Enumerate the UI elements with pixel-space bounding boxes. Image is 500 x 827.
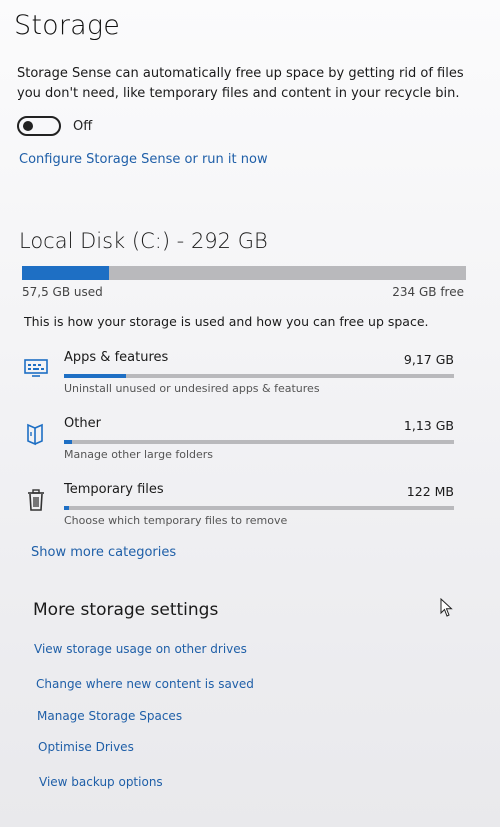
category-description: Choose which temporary files to remove [64, 514, 288, 527]
category-usage-bar-fill [64, 506, 69, 510]
category-description: Uninstall unused or undesired apps & fea… [64, 382, 320, 395]
optimise-drives-link[interactable]: Optimise Drives [38, 740, 134, 754]
category-usage-bar-fill [64, 374, 127, 378]
storage-sense-toggle-row: Off [17, 115, 92, 137]
mouse-cursor-icon [440, 597, 454, 618]
trash-icon [22, 486, 50, 514]
category-usage-bar-fill [64, 440, 72, 444]
category-usage-bar [64, 374, 454, 378]
toggle-knob [23, 121, 33, 131]
toggle-state-label: Off [73, 118, 93, 134]
category-other[interactable]: Other 1,13 GB Manage other large folders [22, 416, 454, 472]
disk-usage-bar-fill [22, 266, 110, 280]
category-size: 122 MB [406, 484, 454, 499]
other-folder-icon [22, 420, 50, 448]
category-description: Manage other large folders [64, 448, 214, 461]
view-backup-options-link[interactable]: View backup options [39, 775, 163, 789]
category-name: Apps & features [64, 350, 169, 365]
change-new-content-location-link[interactable]: Change where new content is saved [36, 677, 254, 691]
more-storage-settings-title: More storage settings [33, 600, 219, 620]
category-apps-features[interactable]: Apps & features 9,17 GB Uninstall unused… [22, 350, 454, 406]
category-usage-bar [64, 440, 454, 444]
page-title: Storage [14, 10, 121, 41]
storage-usage-text: This is how your storage is used and how… [24, 314, 429, 329]
category-size: 9,17 GB [403, 352, 454, 367]
disk-used-label: 57,5 GB used [22, 285, 103, 299]
disk-usage-bar [22, 266, 466, 280]
category-name: Other [64, 416, 101, 431]
manage-storage-spaces-link[interactable]: Manage Storage Spaces [37, 709, 182, 723]
category-name: Temporary files [64, 482, 164, 497]
disk-free-label: 234 GB free [392, 285, 464, 299]
category-size: 1,13 GB [403, 418, 454, 433]
show-more-categories-link[interactable]: Show more categories [31, 545, 176, 560]
view-storage-usage-other-drives-link[interactable]: View storage usage on other drives [34, 642, 247, 656]
storage-sense-description: Storage Sense can automatically free up … [17, 66, 464, 101]
apps-features-icon [22, 354, 50, 382]
storage-sense-toggle[interactable] [17, 116, 61, 136]
disk-title: Local Disk (C:) - 292 GB [19, 229, 268, 253]
category-usage-bar [64, 506, 454, 510]
category-temporary-files[interactable]: Temporary files 122 MB Choose which temp… [22, 482, 454, 538]
configure-storage-sense-link[interactable]: Configure Storage Sense or run it now [19, 152, 268, 167]
